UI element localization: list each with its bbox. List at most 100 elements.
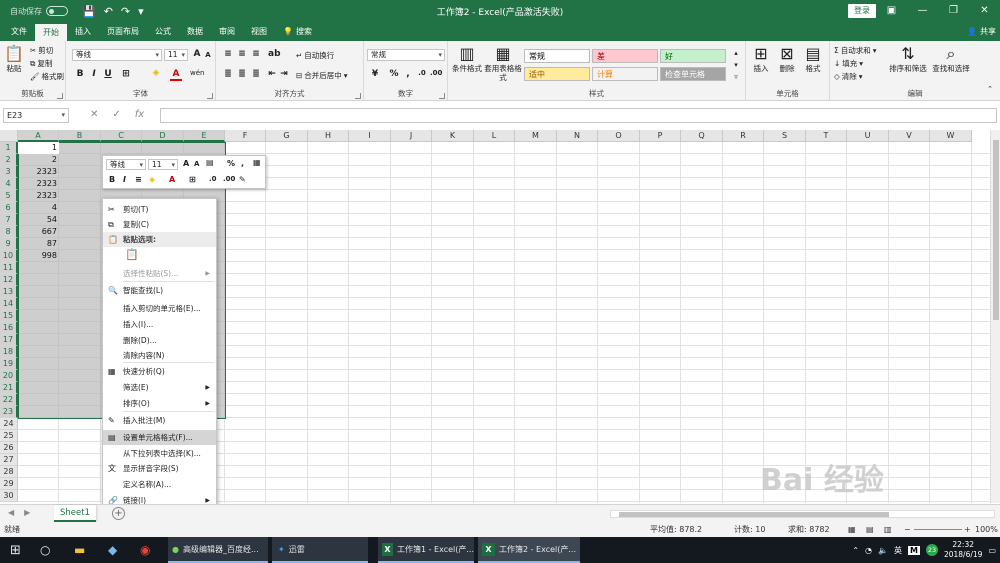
- file-explorer-icon[interactable]: ▬: [74, 537, 85, 563]
- column-header-t[interactable]: T: [806, 130, 847, 142]
- insert-function-icon[interactable]: fx: [135, 109, 144, 120]
- zoom-slider[interactable]: [914, 529, 962, 530]
- network-icon[interactable]: ◔: [865, 546, 872, 555]
- vertical-scroll-thumb[interactable]: [993, 140, 999, 320]
- row-header-5[interactable]: 5: [0, 190, 18, 202]
- autosave-toggle[interactable]: [46, 6, 68, 16]
- ime-label[interactable]: 英: [894, 545, 902, 556]
- name-box[interactable]: E23: [3, 108, 69, 123]
- context-menu-item-1[interactable]: ⧉ 复制(C): [103, 217, 216, 232]
- clock[interactable]: 22:32 2018/6/19: [944, 540, 982, 560]
- context-menu-item-10[interactable]: ▦ 快速分析(Q): [103, 364, 216, 379]
- cell-style-4[interactable]: 计算: [592, 67, 658, 81]
- mini-format-icon[interactable]: ▤: [206, 158, 214, 167]
- tab-insert[interactable]: 插入: [67, 22, 99, 41]
- autosum-button[interactable]: Σ 自动求和 ▾: [834, 45, 877, 56]
- increase-decimal-icon[interactable]: .0: [416, 69, 428, 77]
- cancel-icon[interactable]: ✕: [90, 109, 98, 120]
- row-header-8[interactable]: 8: [0, 226, 18, 238]
- mini-fill-color-icon[interactable]: ◈: [149, 175, 155, 184]
- percent-button[interactable]: %: [388, 69, 400, 79]
- column-header-s[interactable]: S: [764, 130, 806, 142]
- row-header-29[interactable]: 29: [0, 478, 18, 490]
- row-header-1[interactable]: 1: [0, 142, 18, 154]
- context-menu-item-13[interactable]: ✎ 插入批注(M): [103, 413, 216, 428]
- gallery-up-icon[interactable]: ▴: [730, 49, 742, 57]
- redo-icon[interactable]: ↷: [121, 5, 130, 18]
- row-header-25[interactable]: 25: [0, 430, 18, 442]
- tab-formulas[interactable]: 公式: [147, 22, 179, 41]
- formula-input[interactable]: [160, 108, 997, 123]
- row-header-21[interactable]: 21: [0, 382, 18, 394]
- mini-bold-icon[interactable]: B: [109, 175, 115, 184]
- taskbar-item-xunlei[interactable]: ✦ 迅雷: [272, 537, 368, 563]
- gallery-more-icon[interactable]: ▿: [730, 73, 742, 81]
- font-name-select[interactable]: 等线: [72, 49, 162, 61]
- row-header-4[interactable]: 4: [0, 178, 18, 190]
- page-break-view-icon[interactable]: ▥: [884, 522, 892, 537]
- row-header-15[interactable]: 15: [0, 310, 18, 322]
- merge-center-button[interactable]: ⊟ 合并后居中 ▾: [296, 70, 348, 81]
- row-header-17[interactable]: 17: [0, 334, 18, 346]
- column-header-q[interactable]: Q: [681, 130, 723, 142]
- app-icon[interactable]: ◆: [108, 537, 117, 563]
- cut-button[interactable]: ✂ 剪切: [30, 45, 53, 56]
- volume-icon[interactable]: 🔈: [878, 546, 888, 555]
- mini-format-painter-icon[interactable]: ▦: [253, 158, 261, 167]
- row-header-22[interactable]: 22: [0, 394, 18, 406]
- conditional-format-button[interactable]: ▥ 条件格式: [450, 45, 484, 74]
- collapse-ribbon-icon[interactable]: ⌃: [984, 85, 996, 93]
- mini-painter-icon[interactable]: ✎: [239, 175, 246, 184]
- orientation-icon[interactable]: ab: [268, 49, 281, 59]
- column-header-h[interactable]: H: [308, 130, 349, 142]
- phonetic-button[interactable]: wén: [190, 69, 204, 77]
- horizontal-scrollbar[interactable]: [610, 510, 995, 518]
- borders-icon[interactable]: ⊞: [120, 69, 132, 79]
- tab-view[interactable]: 视图: [243, 22, 275, 41]
- ribbon-display-icon[interactable]: ▣: [876, 0, 907, 22]
- mini-font-select[interactable]: 等线: [106, 159, 146, 170]
- notification-icon[interactable]: ▭: [988, 546, 996, 555]
- column-header-r[interactable]: R: [723, 130, 764, 142]
- row-header-7[interactable]: 7: [0, 214, 18, 226]
- alignment-launcher-icon[interactable]: [355, 93, 361, 99]
- row-header-19[interactable]: 19: [0, 358, 18, 370]
- row-header-9[interactable]: 9: [0, 238, 18, 250]
- sort-filter-button[interactable]: ⇅ 排序和筛选: [886, 45, 930, 74]
- insert-cells-button[interactable]: ⊞ 插入: [748, 45, 774, 74]
- mini-comma-button[interactable]: ,: [241, 159, 244, 168]
- mini-shrink-font-icon[interactable]: A: [194, 160, 199, 168]
- page-layout-view-icon[interactable]: ▤: [866, 522, 874, 537]
- column-header-l[interactable]: L: [474, 130, 515, 142]
- save-icon[interactable]: 💾: [82, 5, 96, 18]
- tray-up-icon[interactable]: ⌃: [852, 546, 859, 555]
- cell-style-2[interactable]: 好: [660, 49, 726, 63]
- row-header-13[interactable]: 13: [0, 286, 18, 298]
- context-menu-item-5[interactable]: 🔍 智能查找(L): [103, 283, 216, 298]
- wrap-text-button[interactable]: ↵ 自动换行: [296, 50, 334, 61]
- column-header-i[interactable]: I: [349, 130, 391, 142]
- context-menu-item-6[interactable]: 插入剪切的单元格(E)...: [103, 301, 216, 316]
- mini-align-icon[interactable]: ≡: [135, 175, 142, 184]
- cell-style-5[interactable]: 检查单元格: [660, 67, 726, 81]
- context-menu-item-11[interactable]: 筛选(E) ▶: [103, 380, 216, 395]
- mini-grow-font-icon[interactable]: A: [183, 159, 189, 168]
- context-menu-item-0[interactable]: ✂ 剪切(T): [103, 202, 216, 217]
- font-launcher-icon[interactable]: [207, 93, 213, 99]
- mini-increase-decimal-icon[interactable]: .0: [209, 175, 217, 183]
- number-format-select[interactable]: 常规: [367, 49, 445, 61]
- chrome-icon[interactable]: ◉: [140, 537, 150, 563]
- row-header-6[interactable]: 6: [0, 202, 18, 214]
- column-header-j[interactable]: J: [391, 130, 432, 142]
- restore-icon[interactable]: ❐: [938, 0, 969, 22]
- search-icon[interactable]: ○: [40, 537, 50, 563]
- clipboard-launcher-icon[interactable]: [57, 93, 63, 99]
- clear-button[interactable]: ◇ 清除 ▾: [834, 71, 863, 82]
- mini-percent-button[interactable]: %: [227, 159, 235, 168]
- add-sheet-button[interactable]: +: [112, 507, 125, 520]
- column-header-k[interactable]: K: [432, 130, 474, 142]
- cell-a2[interactable]: 2: [18, 154, 59, 166]
- find-select-button[interactable]: ⌕ 查找和选择: [930, 45, 972, 74]
- column-header-v[interactable]: V: [889, 130, 930, 142]
- align-top-icon[interactable]: ≡: [222, 49, 234, 59]
